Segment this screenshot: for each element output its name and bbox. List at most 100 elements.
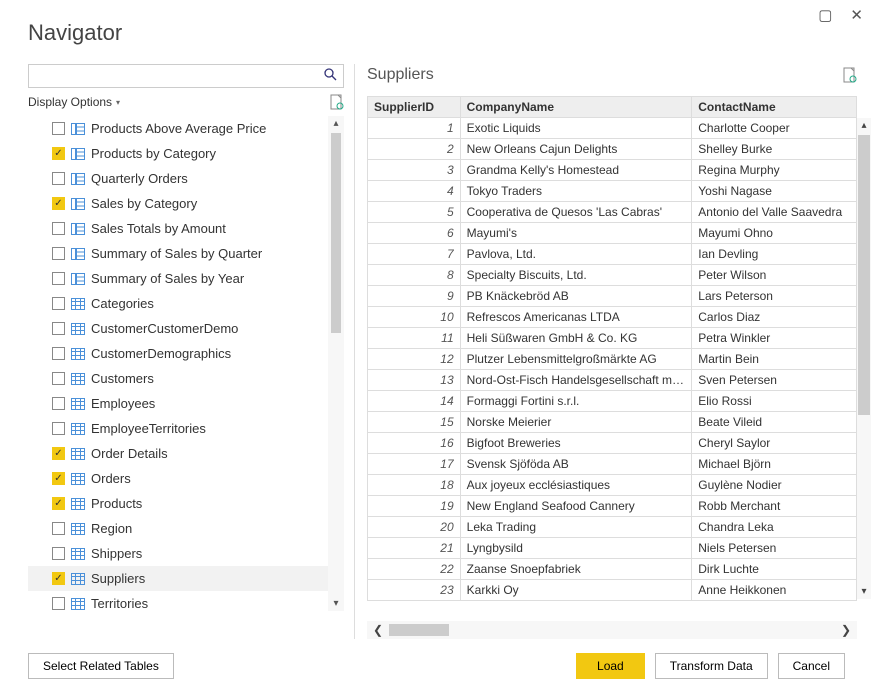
checkbox[interactable] (52, 547, 65, 560)
table-row[interactable]: 19New England Seafood CanneryRobb Mercha… (368, 496, 857, 517)
table-row[interactable]: 7Pavlova, Ltd.Ian Devling (368, 244, 857, 265)
table-row[interactable]: 8Specialty Biscuits, Ltd.Peter Wilson (368, 265, 857, 286)
table-cell: Peter Wilson (692, 265, 857, 286)
checkbox[interactable] (52, 247, 65, 260)
checkbox[interactable]: ✓ (52, 447, 65, 460)
refresh-preview-icon[interactable] (330, 94, 344, 110)
tree-item[interactable]: ✓ Suppliers (28, 566, 328, 591)
view-icon (71, 148, 85, 160)
table-row[interactable]: 14Formaggi Fortini s.r.l.Elio Rossi (368, 391, 857, 412)
table-cell: 22 (368, 559, 461, 580)
tree-vertical-scrollbar[interactable]: ▴ ▾ (328, 116, 344, 611)
tree-item-label: Customers (91, 371, 154, 386)
table-vertical-scrollbar[interactable]: ▴ ▾ (857, 118, 871, 599)
checkbox[interactable]: ✓ (52, 472, 65, 485)
tree-item[interactable]: ✓Products by Category (28, 141, 328, 166)
tree-item[interactable]: ✓Products (28, 491, 328, 516)
tree-item[interactable]: Summary of Sales by Quarter (28, 241, 328, 266)
table-row[interactable]: 16Bigfoot BreweriesCheryl Saylor (368, 433, 857, 454)
table-row[interactable]: 3Grandma Kelly's HomesteadRegina Murphy (368, 160, 857, 181)
checkbox[interactable] (52, 372, 65, 385)
tree-item[interactable]: Region (28, 516, 328, 541)
column-header[interactable]: CompanyName (460, 97, 692, 118)
maximize-icon[interactable]: ▢ (818, 6, 832, 24)
table-row[interactable]: 20Leka TradingChandra Leka (368, 517, 857, 538)
tree-item[interactable]: Employees (28, 391, 328, 416)
tree-item[interactable]: ✓Order Details (28, 441, 328, 466)
tree-item[interactable]: Shippers (28, 541, 328, 566)
table-row[interactable]: 17Svensk Sjöföda ABMichael Björn (368, 454, 857, 475)
table-row[interactable]: 18Aux joyeux ecclésiastiquesGuylène Nodi… (368, 475, 857, 496)
table-row[interactable]: 21LyngbysildNiels Petersen (368, 538, 857, 559)
table-cell: 10 (368, 307, 461, 328)
table-row[interactable]: 11Heli Süßwaren GmbH & Co. KGPetra Winkl… (368, 328, 857, 349)
tree-item[interactable]: CustomerDemographics (28, 341, 328, 366)
tree-item[interactable]: Quarterly Orders (28, 166, 328, 191)
tree-item[interactable]: Categories (28, 291, 328, 316)
table-row[interactable]: 9PB Knäckebröd ABLars Peterson (368, 286, 857, 307)
close-icon[interactable]: ✕ (850, 6, 863, 24)
scroll-up-arrow[interactable]: ▴ (861, 118, 866, 133)
cancel-button[interactable]: Cancel (778, 653, 845, 679)
scroll-thumb[interactable] (389, 624, 449, 636)
table-row[interactable]: 13Nord-Ost-Fisch Handelsgesellschaft mbH… (368, 370, 857, 391)
checkbox[interactable]: ✓ (52, 572, 65, 585)
scroll-right-arrow[interactable]: ❯ (835, 623, 857, 637)
checkbox[interactable] (52, 422, 65, 435)
tree-item[interactable]: ✓Orders (28, 466, 328, 491)
table-row[interactable]: 6Mayumi'sMayumi Ohno (368, 223, 857, 244)
column-header[interactable]: SupplierID (368, 97, 461, 118)
scroll-down-arrow[interactable]: ▾ (861, 584, 866, 599)
checkbox[interactable]: ✓ (52, 147, 65, 160)
tree-item[interactable]: Customers (28, 366, 328, 391)
checkbox[interactable] (52, 397, 65, 410)
table-row[interactable]: 1Exotic LiquidsCharlotte Cooper (368, 118, 857, 139)
table-row[interactable]: 2New Orleans Cajun DelightsShelley Burke (368, 139, 857, 160)
table-row[interactable]: 10Refrescos Americanas LTDACarlos Diaz (368, 307, 857, 328)
checkbox[interactable]: ✓ (52, 197, 65, 210)
table-row[interactable]: 12Plutzer Lebensmittelgroßmärkte AGMarti… (368, 349, 857, 370)
tree-item[interactable]: ✓Sales by Category (28, 191, 328, 216)
tree-item[interactable]: Territories (28, 591, 328, 611)
load-button[interactable]: Load (576, 653, 645, 679)
tree-item[interactable]: CustomerCustomerDemo (28, 316, 328, 341)
checkbox[interactable] (52, 222, 65, 235)
tree-item[interactable]: Summary of Sales by Year (28, 266, 328, 291)
search-input[interactable] (35, 69, 324, 84)
table-row[interactable]: 22Zaanse SnoepfabriekDirk Luchte (368, 559, 857, 580)
table-row[interactable]: 5Cooperativa de Quesos 'Las Cabras'Anton… (368, 202, 857, 223)
tree-item[interactable]: EmployeeTerritories (28, 416, 328, 441)
scroll-thumb[interactable] (858, 135, 870, 415)
checkbox[interactable] (52, 122, 65, 135)
checkbox[interactable] (52, 347, 65, 360)
checkbox[interactable] (52, 322, 65, 335)
table-cell: Aux joyeux ecclésiastiques (460, 475, 692, 496)
tree-item[interactable]: Products Above Average Price (28, 116, 328, 141)
table-row[interactable]: 23Karkki OyAnne Heikkonen (368, 580, 857, 601)
checkbox[interactable] (52, 297, 65, 310)
column-header[interactable]: ContactName (692, 97, 857, 118)
scroll-up-arrow[interactable]: ▴ (333, 116, 338, 131)
table-row[interactable]: 4Tokyo TradersYoshi Nagase (368, 181, 857, 202)
scroll-left-arrow[interactable]: ❮ (367, 623, 389, 637)
table-cell: New Orleans Cajun Delights (460, 139, 692, 160)
tree-item-label: Suppliers (91, 571, 145, 586)
table-cell: 14 (368, 391, 461, 412)
table-row[interactable]: 15Norske MeierierBeate Vileid (368, 412, 857, 433)
table-cell: 11 (368, 328, 461, 349)
checkbox[interactable] (52, 522, 65, 535)
scroll-thumb[interactable] (331, 133, 341, 333)
checkbox[interactable]: ✓ (52, 497, 65, 510)
transform-data-button[interactable]: Transform Data (655, 653, 768, 679)
select-related-tables-button[interactable]: Select Related Tables (28, 653, 174, 679)
scroll-down-arrow[interactable]: ▾ (333, 596, 338, 611)
display-options-dropdown[interactable]: Display Options ▾ (28, 95, 120, 109)
preview-refresh-icon[interactable] (843, 67, 857, 83)
checkbox[interactable] (52, 172, 65, 185)
search-icon[interactable] (324, 68, 337, 84)
tree-item[interactable]: Sales Totals by Amount (28, 216, 328, 241)
search-input-container[interactable] (28, 64, 344, 88)
table-horizontal-scrollbar[interactable]: ❮ ❯ (367, 621, 857, 639)
checkbox[interactable] (52, 272, 65, 285)
checkbox[interactable] (52, 597, 65, 610)
